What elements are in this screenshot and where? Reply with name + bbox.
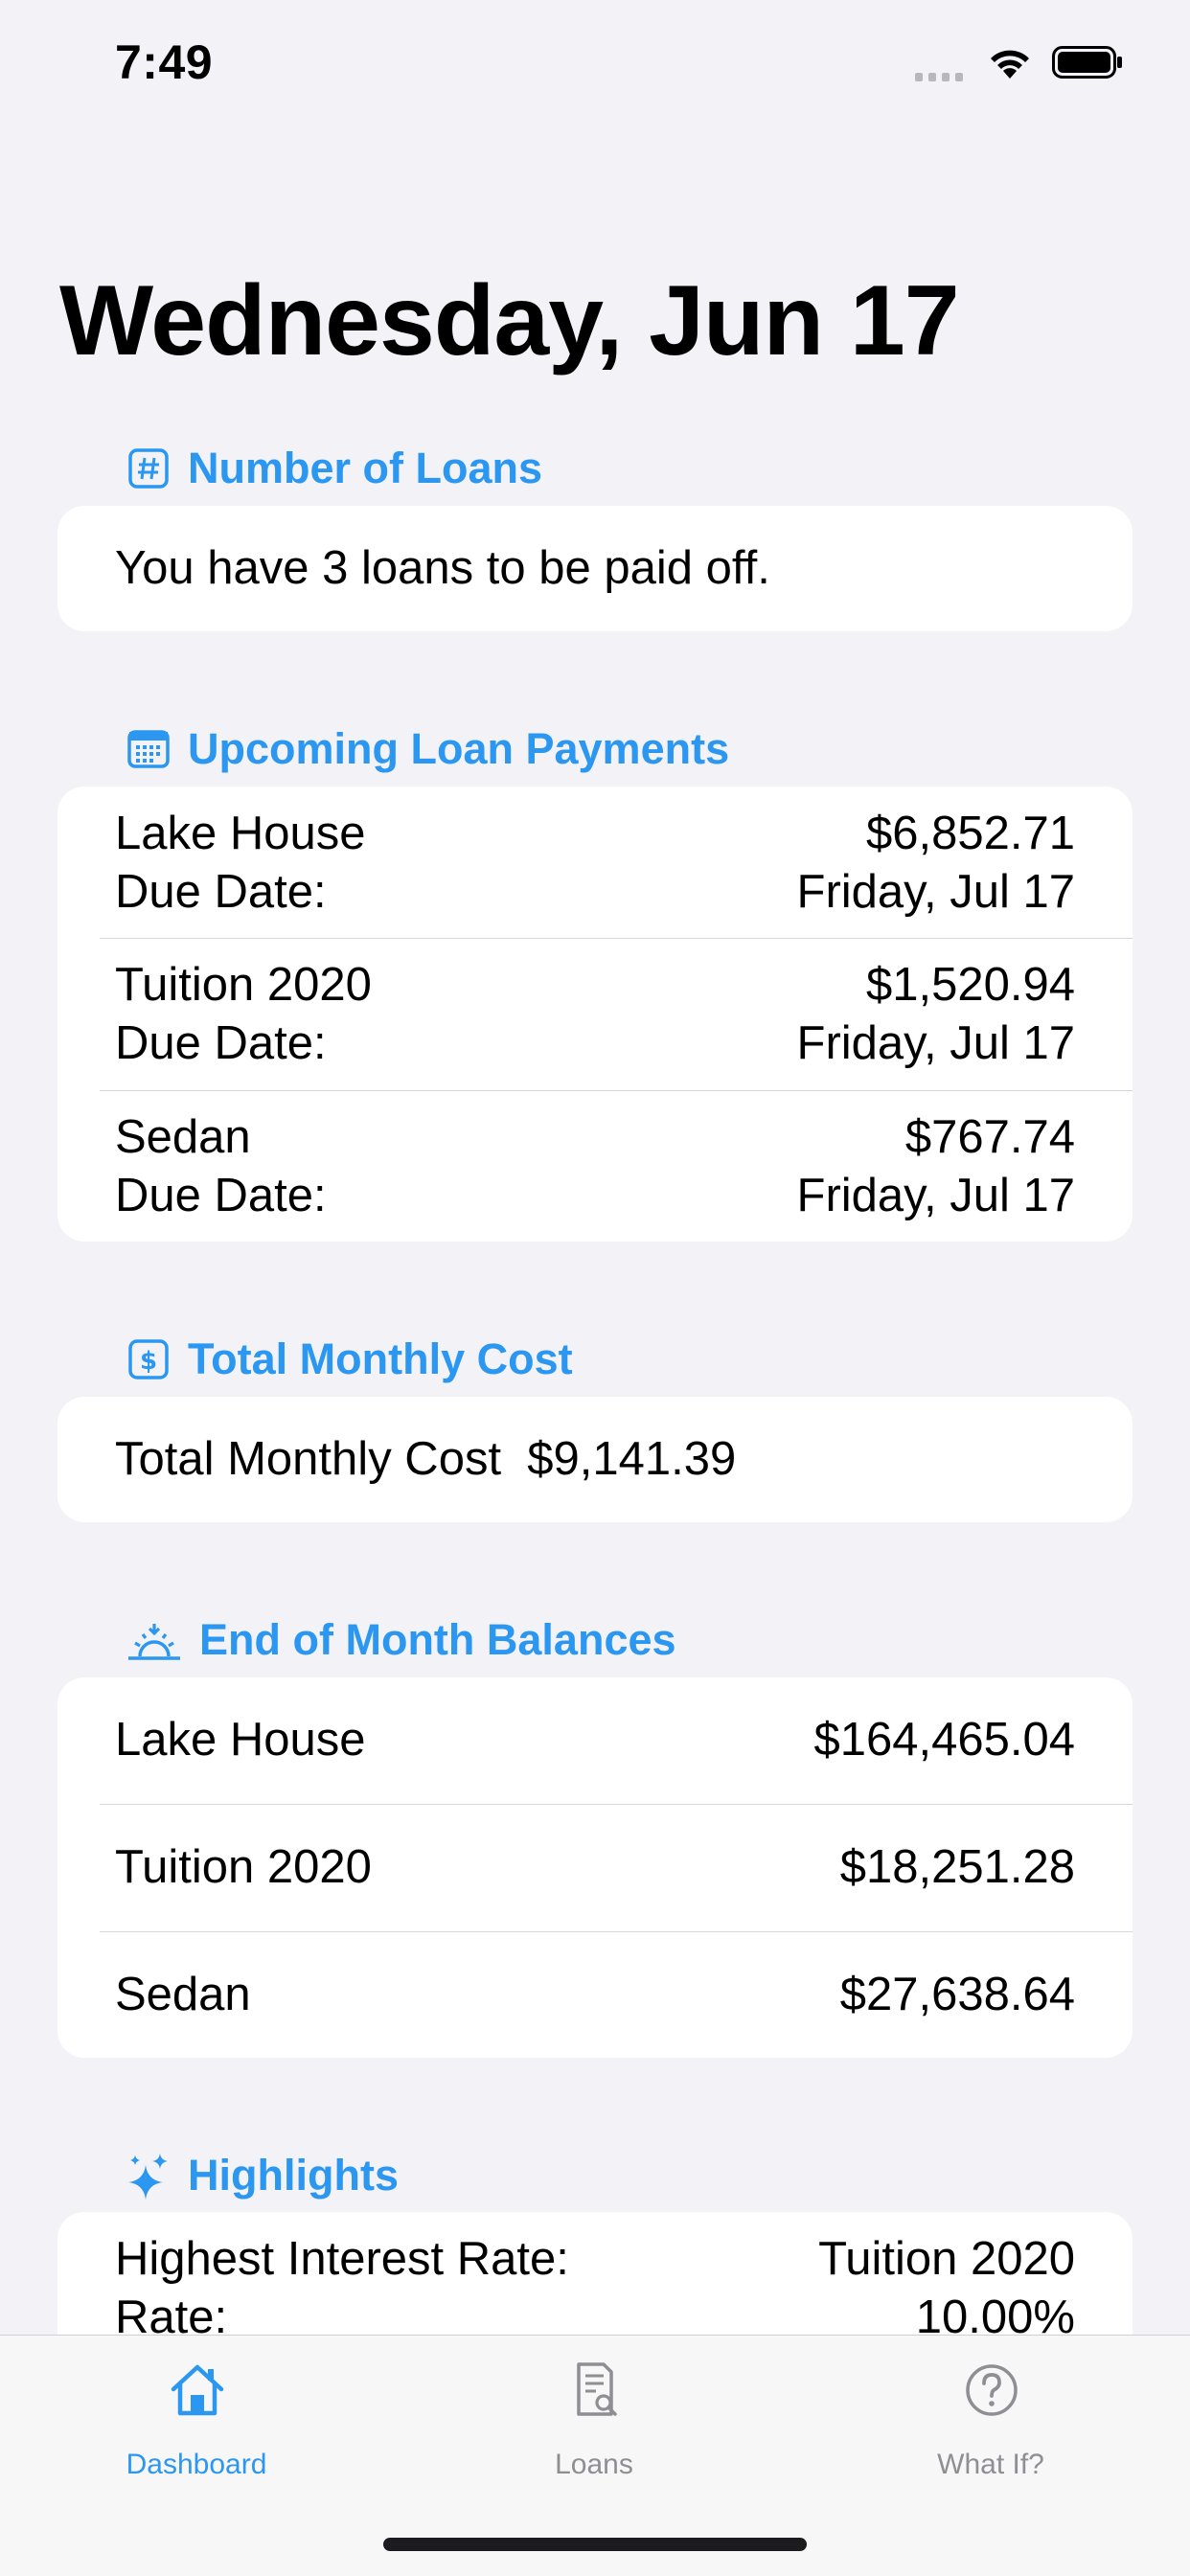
payment-loan-name: Lake House (115, 808, 366, 859)
payment-row-lake-house[interactable]: Lake House $6,852.71 Due Date: Friday, J… (57, 786, 1133, 938)
number-sign-icon (126, 446, 171, 490)
payment-row-tuition-2020[interactable]: Tuition 2020 $1,520.94 Due Date: Friday,… (100, 938, 1133, 1090)
tab-dashboard[interactable]: Dashboard (53, 2336, 340, 2489)
wifi-icon (991, 50, 1029, 79)
end-of-month-balances-card: Lake House $164,465.04 Tuition 2020 $18,… (57, 1677, 1133, 2058)
upcoming-payments-header: Upcoming Loan Payments (126, 720, 729, 778)
status-bar: 7:49 (0, 0, 1190, 129)
total-monthly-cost-card: Total Monthly Cost $9,141.39 (57, 1397, 1133, 1522)
tab-loans[interactable]: Loans (450, 2336, 738, 2489)
due-date-value: Friday, Jul 17 (796, 1170, 1075, 1221)
tab-bar: Dashboard Loans What If? (0, 2335, 1190, 2576)
tab-label: Dashboard (126, 2449, 267, 2480)
upcoming-payments-card: Lake House $6,852.71 Due Date: Friday, J… (57, 786, 1133, 1242)
section-title: Total Monthly Cost (188, 1334, 573, 1383)
balance-row-lake-house[interactable]: Lake House $164,465.04 (57, 1677, 1133, 1804)
balance-amount: $18,251.28 (839, 1841, 1075, 1893)
balance-row-tuition-2020[interactable]: Tuition 2020 $18,251.28 (100, 1804, 1133, 1931)
due-date-label: Due Date: (115, 1170, 327, 1221)
house-icon (171, 2364, 224, 2416)
payment-amount: $6,852.71 (866, 808, 1075, 859)
section-title: Highlights (188, 2151, 399, 2200)
page-title: Wednesday, Jun 17 (59, 265, 960, 376)
number-of-loans-header: Number of Loans (126, 440, 542, 497)
due-date-label: Due Date: (115, 866, 327, 918)
balance-loan-name: Sedan (115, 1969, 251, 2020)
payment-amount: $767.74 (904, 1111, 1075, 1163)
total-monthly-cost-value: $9,141.39 (527, 1433, 737, 1485)
total-monthly-cost-label: Total Monthly Cost (115, 1433, 502, 1485)
loan-count-text: You have 3 loans to be paid off. (115, 542, 770, 594)
end-of-month-balances-header: End of Month Balances (126, 1611, 676, 1669)
balance-amount: $27,638.64 (839, 1969, 1075, 2020)
svg-text:$: $ (140, 1347, 157, 1376)
section-title: Number of Loans (188, 444, 543, 492)
payment-loan-name: Tuition 2020 (115, 959, 372, 1011)
highlight-row[interactable]: Highest Interest Rate: Tuition 2020 Rate… (57, 2212, 1133, 2347)
payment-amount: $1,520.94 (866, 959, 1075, 1011)
due-date-value: Friday, Jul 17 (796, 866, 1075, 918)
status-time: 7:49 (115, 35, 214, 89)
dollar-sign-icon: $ (126, 1337, 171, 1381)
calendar-icon (126, 727, 171, 771)
balance-row-sedan[interactable]: Sedan $27,638.64 (100, 1931, 1133, 2058)
payment-loan-name: Sedan (115, 1111, 251, 1163)
total-monthly-cost-header: $ Total Monthly Cost (126, 1331, 573, 1388)
question-circle-icon (966, 2364, 1018, 2416)
tab-what-if[interactable]: What If? (847, 2336, 1134, 2489)
tab-label: What If? (937, 2449, 1044, 2480)
balance-loan-name: Lake House (115, 1714, 366, 1766)
due-date-label: Due Date: (115, 1017, 327, 1069)
section-title: End of Month Balances (199, 1615, 676, 1664)
balance-loan-name: Tuition 2020 (115, 1841, 372, 1893)
highlight-label: Highest Interest Rate: (115, 2233, 569, 2285)
cellular-signal-icon (915, 69, 971, 81)
highlights-header: Highlights (126, 2147, 399, 2204)
balance-amount: $164,465.04 (813, 1714, 1076, 1766)
sparkles-icon (126, 2154, 171, 2200)
section-title: Upcoming Loan Payments (188, 724, 730, 773)
tab-label: Loans (555, 2449, 633, 2480)
sunset-icon (126, 1618, 182, 1662)
battery-icon (1052, 46, 1122, 79)
document-search-icon (577, 2362, 617, 2416)
payment-row-sedan[interactable]: Sedan $767.74 Due Date: Friday, Jul 17 (100, 1090, 1133, 1242)
due-date-value: Friday, Jul 17 (796, 1017, 1075, 1069)
home-indicator (383, 2538, 807, 2551)
highlight-value: Tuition 2020 (818, 2233, 1075, 2285)
number-of-loans-card: You have 3 loans to be paid off. (57, 506, 1133, 631)
